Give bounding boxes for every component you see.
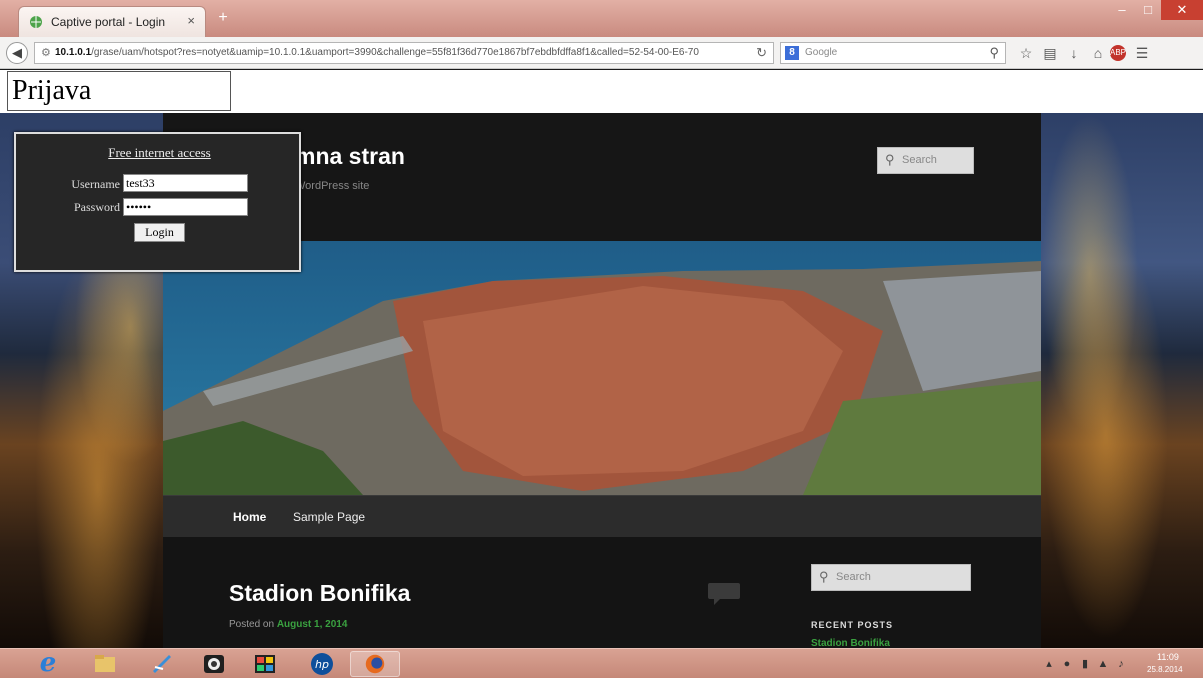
password-input[interactable] bbox=[123, 198, 248, 216]
network-status-icon[interactable]: ● bbox=[1058, 657, 1076, 671]
login-button[interactable]: Login bbox=[134, 223, 185, 242]
reload-icon[interactable]: ↻ bbox=[756, 45, 767, 61]
bookmark-star-icon[interactable]: ☆ bbox=[1014, 42, 1038, 64]
tab-title: Captive portal - Login bbox=[51, 15, 166, 29]
file-explorer-icon[interactable] bbox=[87, 651, 123, 677]
search-engine-icon[interactable]: 8 bbox=[785, 46, 799, 60]
windows-taskbar: e hp ▴ ● ▮ ▲ ♪ 11:09 25.8.2014 bbox=[0, 648, 1203, 678]
search-placeholder: Search bbox=[836, 571, 871, 583]
site-title[interactable]: mna stran bbox=[295, 143, 405, 170]
url-host: 10.1.0.1 bbox=[55, 47, 92, 58]
photo-gallery-icon[interactable] bbox=[247, 651, 283, 677]
adblock-icon[interactable]: ABP bbox=[1110, 45, 1126, 61]
hp-logo-icon[interactable]: hp bbox=[304, 651, 340, 677]
pen-tool-icon[interactable] bbox=[143, 651, 179, 677]
volume-icon[interactable]: ♪ bbox=[1112, 657, 1130, 671]
browser-toolbar: ◀ ⚙ 10.1.0.1/grase/uam/hotspot?res=notye… bbox=[0, 37, 1203, 69]
camera-icon[interactable] bbox=[196, 651, 232, 677]
window-controls: – □ ✕ bbox=[1109, 0, 1203, 20]
browser-tab[interactable]: Captive portal - Login × bbox=[18, 6, 206, 37]
site-identity-icon[interactable]: ⚙ bbox=[41, 46, 51, 59]
close-window-icon[interactable]: ✕ bbox=[1161, 0, 1203, 20]
recent-posts-heading: RECENT POSTS bbox=[811, 620, 894, 630]
show-hidden-icons-icon[interactable]: ▴ bbox=[1040, 657, 1058, 671]
maximize-icon[interactable]: □ bbox=[1135, 0, 1161, 20]
sidebar-search-input[interactable]: ⚲ Search bbox=[811, 564, 971, 591]
svg-text:hp: hp bbox=[315, 658, 329, 671]
post-date-link[interactable]: August 1, 2014 bbox=[277, 619, 348, 630]
header-image-aerial-town bbox=[163, 241, 1041, 495]
clock-date[interactable]: 25.8.2014 bbox=[1147, 665, 1183, 674]
main-navigation: Home Sample Page bbox=[163, 495, 1041, 537]
page-viewport: Prijava mna stran WordPress site ⚲ Searc… bbox=[0, 70, 1203, 648]
nav-item-sample-page[interactable]: Sample Page bbox=[293, 510, 365, 524]
system-tray: ▴ ● ▮ ▲ ♪ bbox=[1040, 657, 1130, 671]
new-tab-button[interactable]: + bbox=[212, 9, 234, 27]
posted-on-label: Posted on bbox=[229, 619, 275, 630]
bookmarks-menu-icon[interactable]: ▤ bbox=[1038, 42, 1062, 64]
back-arrow-icon[interactable]: ◀ bbox=[6, 42, 28, 64]
content-area: Stadion Bonifika Posted on August 1, 201… bbox=[163, 537, 1041, 648]
post-meta: Posted on August 1, 2014 bbox=[229, 619, 347, 630]
home-icon[interactable]: ⌂ bbox=[1086, 42, 1110, 64]
search-placeholder: Search bbox=[902, 154, 937, 166]
site-description: WordPress site bbox=[295, 180, 370, 192]
tab-close-icon[interactable]: × bbox=[187, 13, 195, 28]
recent-post-link[interactable]: Stadion Bonifika bbox=[811, 638, 890, 648]
search-icon[interactable]: ⚲ bbox=[989, 45, 999, 61]
search-bar[interactable]: 8 Google ⚲ bbox=[780, 42, 1006, 64]
prijava-heading: Prijava bbox=[7, 71, 231, 111]
nav-item-home[interactable]: Home bbox=[233, 510, 266, 524]
post-title[interactable]: Stadion Bonifika bbox=[229, 580, 410, 607]
password-label: Password bbox=[73, 200, 120, 214]
globe-favicon-icon bbox=[30, 16, 42, 28]
wifi-icon[interactable]: ▲ bbox=[1094, 657, 1112, 671]
username-input[interactable] bbox=[123, 174, 248, 192]
window-title-bar: Captive portal - Login × + – □ ✕ bbox=[0, 0, 1203, 37]
header-search-input[interactable]: ⚲ Search bbox=[877, 147, 974, 174]
internet-explorer-icon[interactable]: e bbox=[30, 650, 66, 677]
firefox-icon[interactable] bbox=[350, 651, 400, 677]
background-night-harbor-right bbox=[1041, 113, 1203, 648]
downloads-icon[interactable]: ↓ bbox=[1062, 42, 1086, 64]
login-form: Free internet access Username Password L… bbox=[14, 132, 301, 272]
url-path: /grase/uam/hotspot?res=notyet&uamip=10.1… bbox=[91, 47, 699, 58]
search-icon: ⚲ bbox=[885, 152, 895, 167]
battery-icon[interactable]: ▮ bbox=[1076, 657, 1094, 671]
comment-bubble-icon[interactable] bbox=[706, 581, 742, 607]
minimize-icon[interactable]: – bbox=[1109, 0, 1135, 20]
address-bar[interactable]: ⚙ 10.1.0.1/grase/uam/hotspot?res=notyet&… bbox=[34, 42, 774, 64]
username-label: Username bbox=[71, 177, 120, 191]
toolbar-icons: ☆ ▤ ↓ ⌂ ABP ☰ bbox=[1014, 42, 1154, 64]
search-placeholder: Google bbox=[805, 47, 838, 58]
search-icon: ⚲ bbox=[819, 569, 829, 584]
login-heading: Free internet access bbox=[108, 145, 211, 160]
menu-icon[interactable]: ☰ bbox=[1130, 42, 1154, 64]
clock-time[interactable]: 11:09 bbox=[1157, 652, 1179, 662]
url-text: 10.1.0.1/grase/uam/hotspot?res=notyet&ua… bbox=[55, 47, 745, 58]
